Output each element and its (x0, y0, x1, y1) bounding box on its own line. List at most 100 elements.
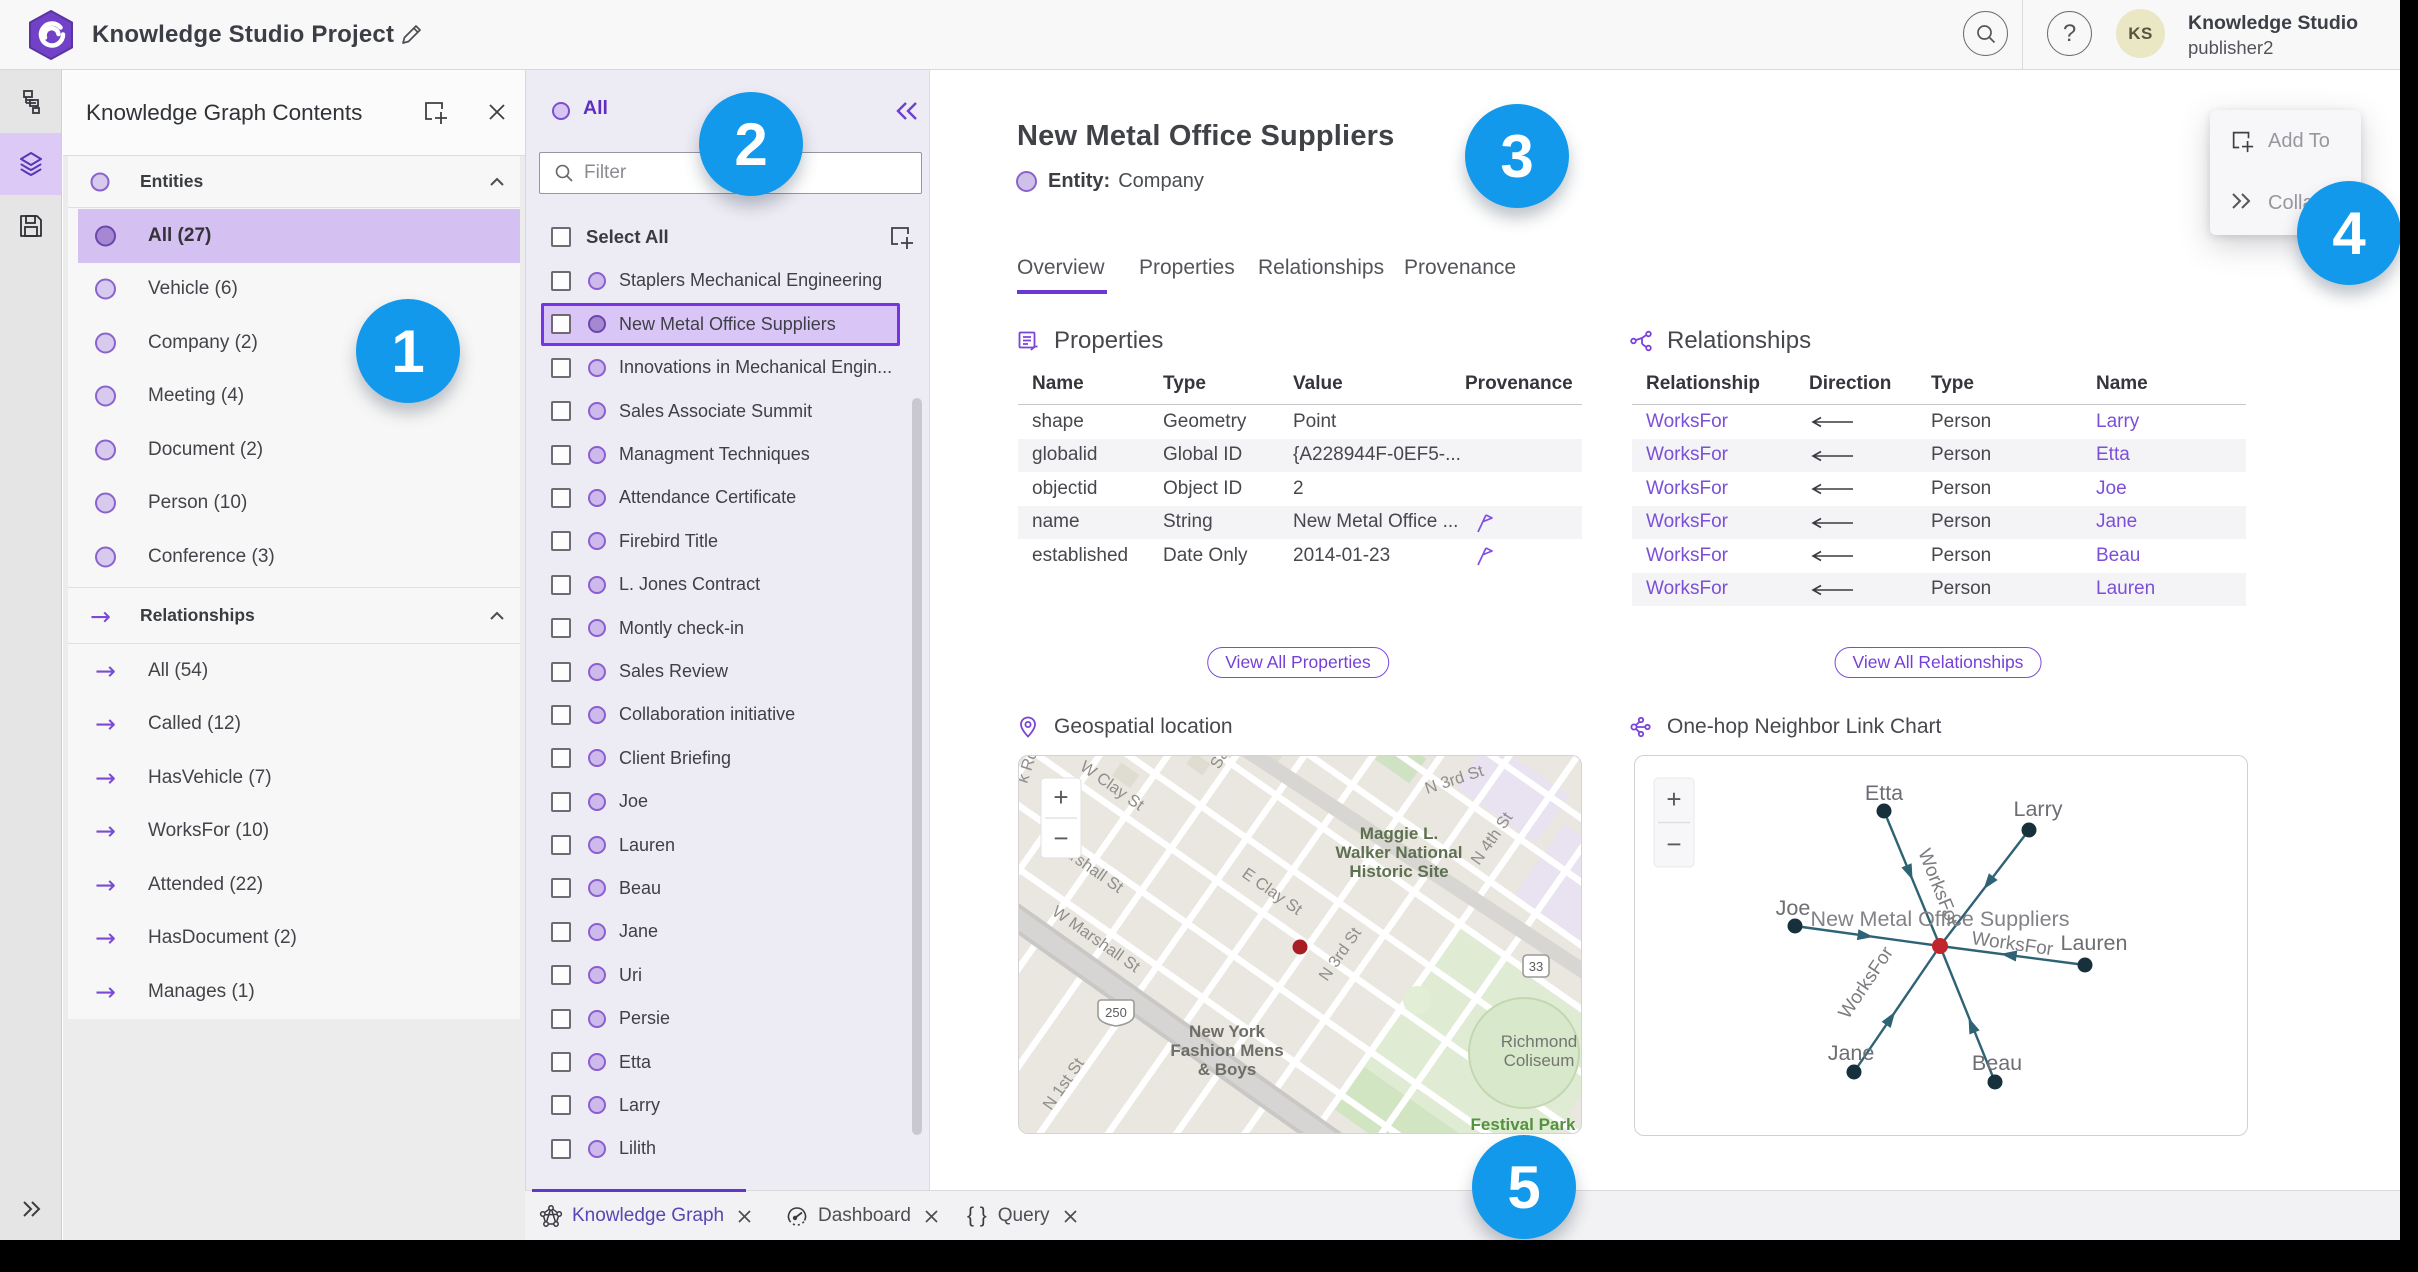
entity-list-item[interactable]: Beau (526, 867, 931, 910)
select-all-checkbox[interactable] (551, 226, 571, 247)
item-checkbox[interactable] (551, 1052, 571, 1073)
rail-item-layers[interactable] (0, 133, 61, 195)
user-block[interactable]: Knowledge Studio publisher2 (2188, 12, 2358, 59)
close-tab-icon[interactable] (1062, 1208, 1079, 1225)
tab-provenance[interactable]: Provenance (1404, 256, 1516, 280)
item-checkbox[interactable] (551, 270, 571, 291)
entity-list-item[interactable]: Larry (526, 1084, 931, 1127)
relationship-type-item[interactable]: → Manages (1) (68, 965, 520, 1019)
zoom-in-button[interactable]: + (1053, 782, 1068, 812)
relationship-type-item[interactable]: → HasDocument (2) (68, 912, 520, 966)
linkchart-zoom-control[interactable]: + − (1653, 777, 1695, 868)
relationship-row[interactable]: WorksFor Person Etta (1632, 438, 2246, 473)
entity-list-item[interactable]: Lilith (526, 1127, 931, 1170)
item-checkbox[interactable] (551, 965, 571, 986)
relationship-name-link[interactable]: Etta (2096, 439, 2130, 473)
relationship-link[interactable]: WorksFor (1646, 472, 1728, 506)
relationship-row[interactable]: WorksFor Person Joe (1632, 472, 2246, 506)
view-all-relationships-button[interactable]: View All Relationships (1834, 647, 2042, 678)
item-checkbox[interactable] (551, 878, 571, 899)
entity-list-item[interactable]: Sales Review (526, 650, 931, 693)
relationship-link[interactable]: WorksFor (1646, 439, 1728, 473)
view-all-properties-button[interactable]: View All Properties (1207, 647, 1389, 678)
relationship-type-item[interactable]: → All (54) (68, 644, 520, 698)
item-checkbox[interactable] (551, 921, 571, 942)
item-checkbox[interactable] (551, 401, 571, 422)
user-avatar[interactable]: KS (2116, 9, 2165, 58)
tab-dashboard[interactable]: Dashboard (785, 1191, 940, 1240)
entity-list-item[interactable]: Innovations in Mechanical Engin... (526, 346, 931, 389)
close-tab-icon[interactable] (923, 1208, 940, 1225)
relationship-type-item[interactable]: → WorksFor (10) (68, 805, 520, 859)
entity-list-item[interactable]: Lauren (526, 823, 931, 866)
entity-list-item[interactable]: Persie (526, 997, 931, 1040)
map-zoom-control[interactable]: + − (1040, 777, 1082, 859)
tab-relationships[interactable]: Relationships (1258, 256, 1384, 280)
item-checkbox[interactable] (551, 444, 571, 465)
app-logo-icon[interactable] (27, 10, 75, 60)
relationship-row[interactable]: WorksFor Person Beau (1632, 539, 2246, 573)
provenance-flag-icon[interactable] (1473, 544, 1497, 568)
entities-section-header[interactable]: Entities (68, 156, 520, 208)
item-checkbox[interactable] (551, 661, 571, 682)
item-checkbox[interactable] (551, 618, 571, 639)
property-row[interactable]: name String New Metal Office ... (1018, 505, 1582, 539)
property-row[interactable]: objectid Object ID 2 (1018, 472, 1582, 506)
entity-type-item[interactable]: → Vehicle (6) (68, 263, 520, 317)
scrollbar-thumb[interactable] (912, 398, 922, 1135)
add-to-new-icon[interactable] (887, 223, 915, 251)
entity-list-item[interactable]: Collaboration initiative (526, 693, 931, 736)
zoom-out-button[interactable]: − (1053, 823, 1068, 853)
relationship-row[interactable]: WorksFor Person Jane (1632, 505, 2246, 540)
property-row[interactable]: established Date Only 2014-01-23 (1018, 539, 1582, 573)
item-checkbox[interactable] (551, 1095, 571, 1116)
entity-list-item[interactable]: Staplers Mechanical Engineering (526, 259, 931, 302)
entity-list-item[interactable]: New Metal Office Suppliers (526, 303, 931, 346)
relationship-name-link[interactable]: Larry (2096, 405, 2139, 439)
item-checkbox[interactable] (551, 314, 571, 335)
relationship-link[interactable]: WorksFor (1646, 405, 1728, 439)
tab-query[interactable]: { } Query (967, 1191, 1079, 1240)
entity-list-item[interactable]: Firebird Title (526, 520, 931, 563)
item-checkbox[interactable] (551, 487, 571, 508)
entity-type-item[interactable]: → Person (10) (68, 477, 520, 531)
relationships-section-header[interactable]: → Relationships (68, 587, 520, 644)
entity-type-item[interactable]: → All (27) (68, 209, 520, 263)
link-chart[interactable]: WorksFor WorksFor WorksFor Etta Larry Jo… (1634, 755, 2248, 1136)
entity-type-item[interactable]: → Document (2) (68, 423, 520, 477)
select-all-row[interactable]: Select All (526, 214, 931, 259)
chevron-up-icon[interactable] (487, 606, 507, 626)
rail-item-schema[interactable] (0, 71, 61, 133)
entity-list-item[interactable]: Jane (526, 910, 931, 953)
relationship-type-item[interactable]: → Called (12) (68, 698, 520, 752)
relationship-name-link[interactable]: Beau (2096, 539, 2140, 573)
item-checkbox[interactable] (551, 574, 571, 595)
item-checkbox[interactable] (551, 791, 571, 812)
help-button[interactable]: ? (2047, 11, 2092, 56)
tab-overview[interactable]: Overview (1017, 256, 1105, 280)
item-checkbox[interactable] (551, 1138, 571, 1159)
tab-properties[interactable]: Properties (1139, 256, 1235, 280)
close-tab-icon[interactable] (736, 1208, 753, 1225)
entity-list-item[interactable]: Etta (526, 1040, 931, 1083)
chevron-up-icon[interactable] (487, 172, 507, 192)
entity-list-item[interactable]: Client Briefing (526, 737, 931, 780)
entity-list-item[interactable]: Joe (526, 780, 931, 823)
provenance-flag-icon[interactable] (1473, 511, 1497, 535)
relationship-type-item[interactable]: → HasVehicle (7) (68, 751, 520, 805)
relationship-name-link[interactable]: Lauren (2096, 573, 2155, 607)
relationship-name-link[interactable]: Joe (2096, 472, 2127, 506)
relationship-row[interactable]: WorksFor Person Lauren (1632, 572, 2246, 607)
item-checkbox[interactable] (551, 835, 571, 856)
relationship-name-link[interactable]: Jane (2096, 506, 2137, 540)
collapse-panel-icon[interactable] (894, 99, 920, 123)
entity-list-item[interactable]: Uri (526, 954, 931, 997)
item-checkbox[interactable] (551, 748, 571, 769)
expand-rail-button[interactable] (0, 1184, 61, 1234)
add-to-new-icon[interactable] (421, 98, 449, 126)
map[interactable]: 250 33 W Clay St E Clay St arshall St W … (1018, 755, 1582, 1134)
zoom-in-button[interactable]: + (1666, 784, 1681, 814)
property-row[interactable]: globalid Global ID {A228944F-0EF5-... (1018, 438, 1582, 472)
rail-item-save[interactable] (0, 195, 61, 257)
menu-item-add-to[interactable]: Add To (2210, 121, 2361, 161)
